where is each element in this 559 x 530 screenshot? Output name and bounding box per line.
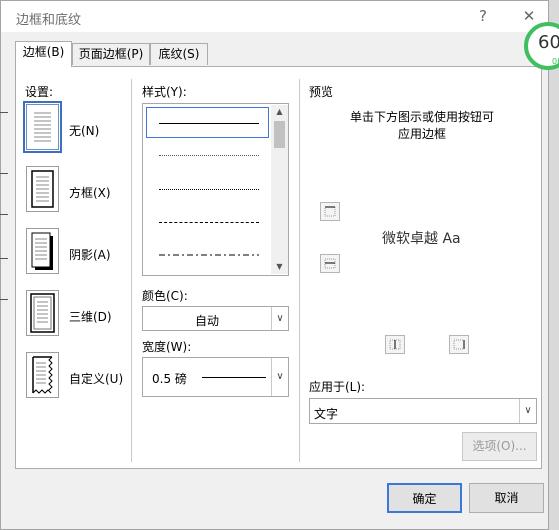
line-style-option-dashed[interactable] bbox=[159, 222, 259, 223]
tab-page-border[interactable]: 页面边框(P) bbox=[72, 43, 150, 65]
box-border-icon[interactable] bbox=[26, 166, 59, 212]
document-edge-line bbox=[0, 299, 8, 300]
help-button[interactable]: ? bbox=[471, 6, 495, 26]
width-label: 宽度(W): bbox=[142, 340, 192, 354]
width-value: 0.5 磅 bbox=[152, 372, 187, 386]
scroll-thumb[interactable] bbox=[274, 121, 285, 148]
cancel-button[interactable]: 取消 bbox=[469, 483, 544, 513]
style-header: 样式(Y): bbox=[142, 85, 187, 99]
apply-to-dropdown[interactable]: 文字 ∨ bbox=[309, 398, 537, 424]
document-edge-line bbox=[0, 112, 8, 113]
close-button[interactable]: ✕ bbox=[517, 6, 541, 26]
badge-value: 60 bbox=[538, 32, 559, 53]
setting-none-label[interactable]: 无(N) bbox=[69, 122, 99, 139]
setting-box-label[interactable]: 方框(X) bbox=[69, 184, 111, 201]
preview-hint-line2: 应用边框 bbox=[397, 127, 446, 141]
inside-horizontal-border-icon bbox=[324, 258, 336, 269]
preview-sample-text[interactable]: 微软卓越 Aa bbox=[382, 228, 461, 248]
separator-right bbox=[299, 79, 300, 462]
left-border-icon bbox=[389, 339, 401, 350]
settings-header: 设置: bbox=[25, 85, 54, 99]
preview-hint-line1: 单击下方图示或使用按钮可 bbox=[349, 110, 494, 124]
document-edge-line bbox=[0, 258, 8, 259]
ok-button[interactable]: 确定 bbox=[387, 483, 462, 513]
dialog-title: 边框和底纹 bbox=[16, 13, 82, 28]
custom-border-icon[interactable] bbox=[26, 352, 59, 398]
right-border-button[interactable] bbox=[449, 335, 469, 354]
document-edge-line bbox=[0, 173, 8, 174]
tab-shading[interactable]: 底纹(S) bbox=[150, 43, 208, 65]
inside-horizontal-border-button[interactable] bbox=[320, 254, 340, 273]
badge-sub: 0K bbox=[552, 57, 559, 66]
chevron-down-icon[interactable]: ∨ bbox=[271, 307, 288, 330]
width-dropdown[interactable]: 0.5 磅 ∨ bbox=[142, 357, 289, 397]
top-border-button[interactable] bbox=[320, 202, 340, 221]
color-dropdown[interactable]: 自动 ∨ bbox=[142, 306, 289, 331]
options-button[interactable]: 选项(O)... bbox=[462, 432, 537, 461]
scroll-up-icon[interactable]: ▲ bbox=[271, 105, 288, 119]
tab-borders[interactable]: 边框(B) bbox=[15, 41, 72, 67]
top-border-icon bbox=[324, 206, 336, 217]
title-bar: 边框和底纹 ? ✕ bbox=[1, 1, 548, 32]
line-style-option-dotted[interactable] bbox=[159, 189, 259, 190]
no-border-icon[interactable] bbox=[23, 101, 62, 153]
setting-shadow-label[interactable]: 阴影(A) bbox=[69, 246, 111, 263]
line-style-option-fine-dotted[interactable] bbox=[159, 155, 259, 156]
setting-custom-label[interactable]: 自定义(U) bbox=[69, 370, 123, 387]
style-scrollbar[interactable]: ▲ ▼ bbox=[271, 105, 288, 274]
color-value: 自动 bbox=[194, 314, 219, 328]
borders-and-shading-dialog: 边框和底纹 ? ✕ 边框(B) 页面边框(P) 底纹(S) 设置: 无(N) 方… bbox=[0, 0, 549, 530]
setting-3d-label[interactable]: 三维(D) bbox=[69, 308, 112, 325]
scroll-down-icon[interactable]: ▼ bbox=[271, 260, 288, 274]
right-border-icon bbox=[453, 339, 465, 350]
preview-header: 预览 bbox=[309, 85, 334, 99]
line-style-option-selected[interactable] bbox=[146, 107, 269, 138]
apply-to-value: 文字 bbox=[314, 407, 339, 421]
3d-border-icon[interactable] bbox=[26, 290, 59, 336]
chevron-down-icon[interactable]: ∨ bbox=[519, 399, 536, 423]
separator-left bbox=[131, 79, 132, 462]
borders-tab-panel: 设置: 无(N) 方框(X) 阴影(A) 三维(D) 自定义(U) 样式(Y):… bbox=[15, 66, 542, 469]
chevron-down-icon[interactable]: ∨ bbox=[271, 358, 288, 396]
document-edge-line bbox=[0, 214, 8, 215]
left-border-button[interactable] bbox=[385, 335, 405, 354]
line-style-listbox[interactable]: ▲ ▼ bbox=[142, 103, 289, 276]
apply-to-label: 应用于(L): bbox=[309, 380, 366, 394]
shadow-border-icon[interactable] bbox=[26, 228, 59, 274]
color-label: 颜色(C): bbox=[142, 289, 188, 303]
width-line-sample bbox=[202, 377, 266, 378]
